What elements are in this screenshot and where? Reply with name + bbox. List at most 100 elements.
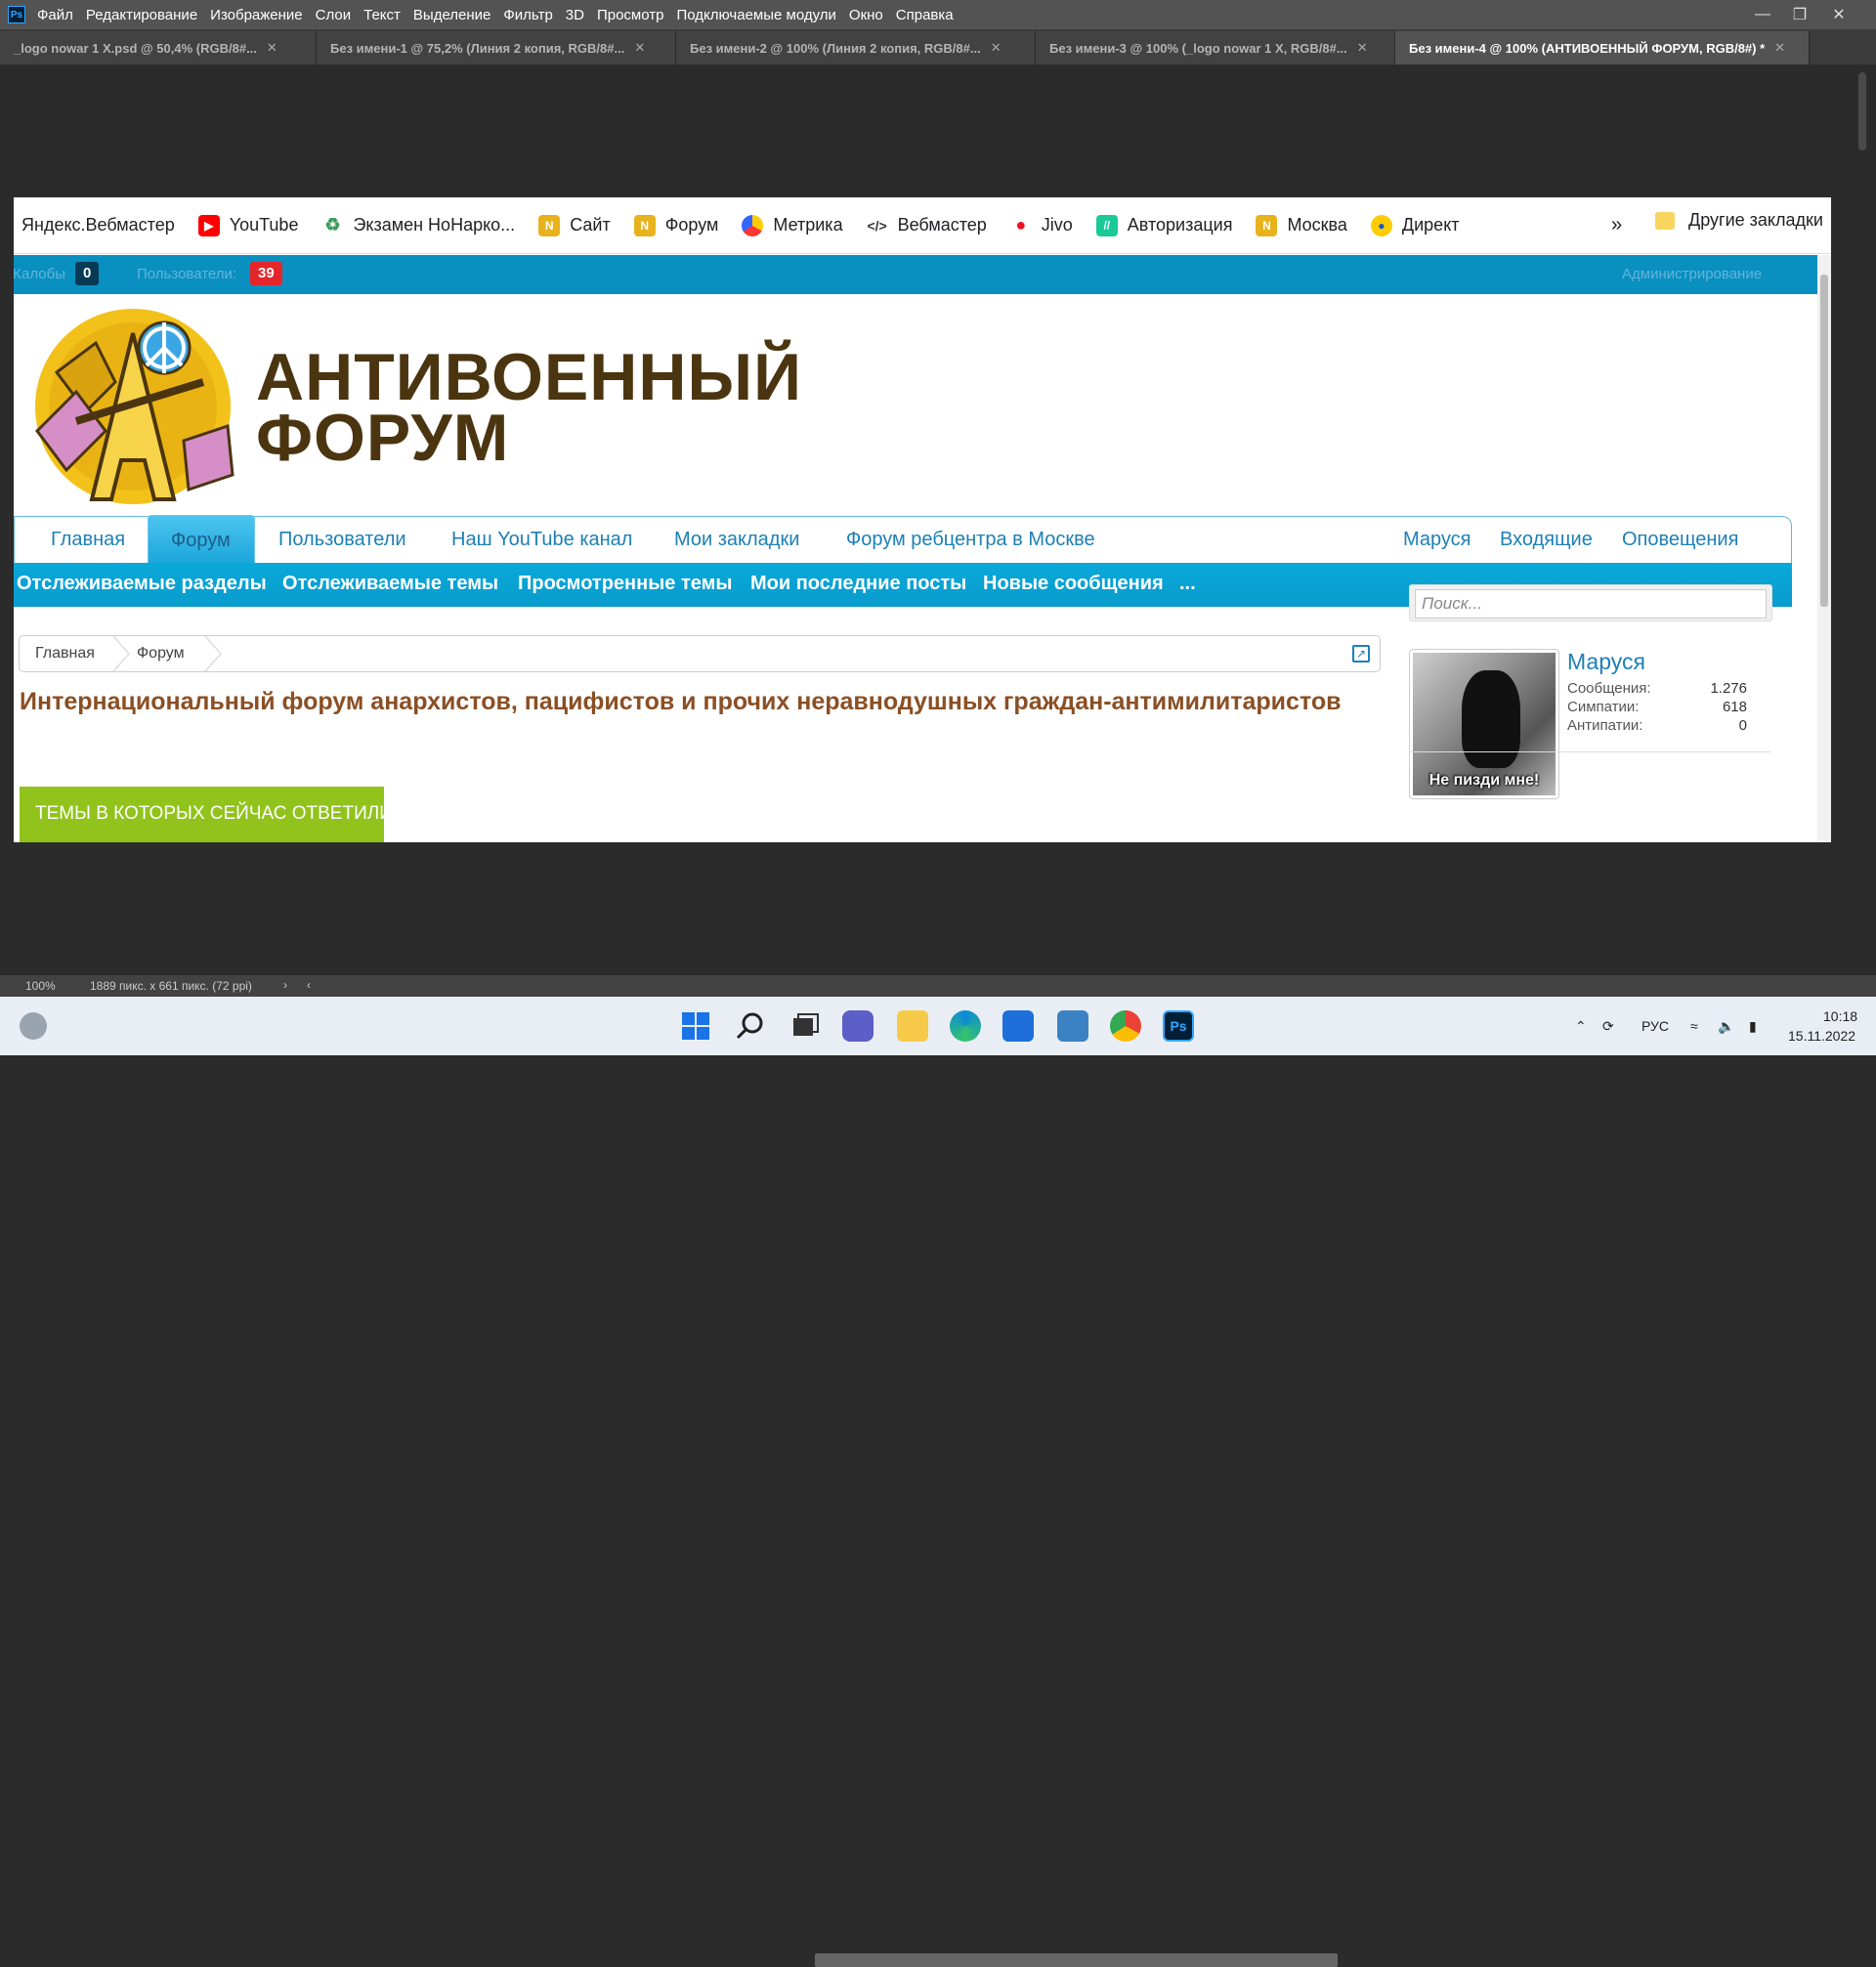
bookmark-item[interactable]: // Авторизация bbox=[1095, 214, 1232, 236]
nav-moscow-forum[interactable]: Форум ребцентра в Москве bbox=[846, 529, 1095, 551]
chevron-up-icon[interactable]: ⌃ bbox=[1575, 1018, 1587, 1035]
menu-image[interactable]: Изображение bbox=[210, 7, 303, 23]
complaints-link[interactable]: Жалобы bbox=[14, 266, 65, 282]
admin-bar: Жалобы 0 Пользователи: 39 Администрирова… bbox=[14, 255, 1831, 294]
language-indicator[interactable]: РУС bbox=[1642, 1018, 1669, 1034]
close-tab-icon[interactable]: ✕ bbox=[991, 40, 1002, 56]
user-name[interactable]: Маруся bbox=[1567, 649, 1645, 675]
scroll-thumb[interactable] bbox=[1858, 72, 1866, 150]
menu-select[interactable]: Выделение bbox=[413, 7, 490, 23]
minimize-icon[interactable]: — bbox=[1743, 0, 1782, 29]
subnav-my-posts[interactable]: Мои последние посты bbox=[750, 573, 966, 595]
document-info[interactable]: 1889 пикс. x 661 пикс. (72 ppi) bbox=[90, 979, 252, 993]
wifi-icon[interactable]: ≈ bbox=[1690, 1018, 1698, 1034]
zoom-level[interactable]: 100% bbox=[25, 979, 56, 993]
chevron-left-icon[interactable]: ‹ bbox=[307, 978, 311, 992]
scroll-thumb[interactable] bbox=[1820, 275, 1828, 607]
page-scrollbar[interactable] bbox=[1817, 255, 1831, 842]
status-bar: 100% 1889 пикс. x 661 пикс. (72 ppi) › ‹ bbox=[0, 975, 1876, 1967]
nav-youtube[interactable]: Наш YouTube канал bbox=[451, 529, 632, 551]
close-tab-icon[interactable]: ✕ bbox=[634, 40, 645, 56]
doc-tab[interactable]: Без имени-1 @ 75,2% (Линия 2 копия, RGB/… bbox=[317, 31, 676, 64]
menu-help[interactable]: Справка bbox=[896, 7, 954, 23]
search-input[interactable]: Поиск... bbox=[1415, 589, 1767, 619]
breadcrumb-forum[interactable]: Форум bbox=[137, 645, 185, 663]
menu-view[interactable]: Просмотр bbox=[597, 7, 664, 23]
bookmarks-more-button[interactable]: » bbox=[1611, 214, 1622, 236]
document-canvas[interactable]: Яндекс.Вебмастер ▶ YouTube ♻ Экзамен НоНар… bbox=[14, 197, 1831, 842]
subnav-new-posts[interactable]: Новые сообщения bbox=[983, 573, 1164, 595]
other-bookmarks[interactable]: Другие закладки bbox=[1655, 210, 1823, 231]
bookmark-item[interactable]: N Форум bbox=[633, 214, 718, 236]
bookmark-item[interactable]: ♻ Экзамен НоНарко... bbox=[321, 214, 515, 236]
horizontal-scrollbar[interactable] bbox=[815, 1953, 1338, 1967]
close-tab-icon[interactable]: ✕ bbox=[267, 40, 277, 56]
nav-bookmarks[interactable]: Мои закладки bbox=[674, 529, 799, 551]
workspace-scrollbar[interactable] bbox=[1849, 64, 1876, 975]
windows-start-icon[interactable] bbox=[680, 1010, 711, 1042]
menu-type[interactable]: Текст bbox=[363, 7, 401, 23]
weather-icon[interactable] bbox=[20, 1012, 47, 1040]
volume-icon[interactable]: 🔈 bbox=[1718, 1018, 1734, 1035]
external-link-icon[interactable]: ↗ bbox=[1352, 645, 1370, 663]
sync-icon[interactable]: ⟳ bbox=[1602, 1018, 1614, 1035]
avatar[interactable]: Не пизди мне! bbox=[1409, 649, 1559, 799]
bookmark-item[interactable]: </> Вебмастер bbox=[866, 214, 987, 236]
forum-logo[interactable] bbox=[18, 304, 248, 509]
menu-edit[interactable]: Редактирование bbox=[86, 7, 197, 23]
nav-users[interactable]: Пользователи bbox=[278, 529, 406, 551]
chrome-icon[interactable] bbox=[1110, 1010, 1141, 1042]
search-icon[interactable] bbox=[735, 1010, 766, 1042]
menu-layers[interactable]: Слои bbox=[316, 7, 351, 23]
subnav-watched-threads[interactable]: Отслеживаемые темы bbox=[282, 573, 498, 595]
file-explorer-icon[interactable] bbox=[897, 1010, 928, 1042]
doc-tab-active[interactable]: Без имени-4 @ 100% (АНТИВОЕННЫЙ ФОРУМ, R… bbox=[1395, 31, 1810, 64]
menu-filter[interactable]: Фильтр bbox=[503, 7, 552, 23]
teams-chat-icon[interactable] bbox=[842, 1010, 874, 1042]
restore-icon[interactable]: ❐ bbox=[1780, 0, 1819, 29]
subnav-watched-forums[interactable]: Отслеживаемые разделы bbox=[17, 573, 267, 595]
chevron-right-icon[interactable]: › bbox=[283, 978, 287, 992]
photoshop-logo-icon[interactable]: Ps bbox=[8, 6, 25, 23]
recent-threads-tab[interactable]: ТЕМЫ В КОТОРЫХ СЕЙЧАС ОТВЕТИЛИ bbox=[20, 787, 393, 842]
battery-icon[interactable]: ▮ bbox=[1749, 1018, 1757, 1035]
bookmark-item[interactable]: ▶ YouTube bbox=[197, 214, 298, 236]
avatar-image: Не пизди мне! bbox=[1413, 653, 1556, 795]
doc-tab[interactable]: Без имени-3 @ 100% (_logo nowar 1 X, RGB… bbox=[1036, 31, 1395, 64]
clock-time[interactable]: 10:18 bbox=[1823, 1008, 1857, 1024]
photoshop-taskbar-icon[interactable]: Ps bbox=[1163, 1010, 1194, 1042]
close-icon[interactable]: ✕ bbox=[1819, 0, 1858, 29]
close-tab-icon[interactable]: ✕ bbox=[1357, 40, 1368, 56]
menu-file[interactable]: Файл bbox=[37, 7, 73, 23]
bookmark-item[interactable]: ● Jivo bbox=[1009, 214, 1073, 236]
nav-forum-active[interactable]: Форум bbox=[148, 515, 255, 564]
menu-plugins[interactable]: Подключаемые модули bbox=[676, 7, 835, 23]
subnav-viewed-threads[interactable]: Просмотренные темы bbox=[518, 573, 733, 595]
photoshop-menubar: Ps Файл Редактирование Изображение Слои … bbox=[0, 0, 1876, 29]
breadcrumb-home[interactable]: Главная bbox=[35, 645, 95, 663]
bookmark-item[interactable]: ● Директ bbox=[1370, 214, 1460, 236]
bookmark-item[interactable]: Яндекс.Вебмастер bbox=[21, 215, 175, 235]
store-icon[interactable] bbox=[1002, 1010, 1034, 1042]
bookmark-label: Вебмастер bbox=[897, 215, 987, 235]
subnav-more[interactable]: ... bbox=[1179, 573, 1196, 595]
clock-date[interactable]: 15.11.2022 bbox=[1788, 1028, 1855, 1044]
menu-window[interactable]: Окно bbox=[849, 7, 883, 23]
close-tab-icon[interactable]: ✕ bbox=[1774, 40, 1785, 56]
menu-3d[interactable]: 3D bbox=[566, 7, 584, 23]
notepad-icon[interactable] bbox=[1057, 1010, 1088, 1042]
task-view-icon[interactable] bbox=[789, 1010, 821, 1042]
bookmark-label: Яндекс.Вебмастер bbox=[21, 215, 175, 235]
doc-tab[interactable]: Без имени-2 @ 100% (Линия 2 копия, RGB/8… bbox=[676, 31, 1036, 64]
doc-tab[interactable]: _logo nowar 1 X.psd @ 50,4% (RGB/8#... ✕ bbox=[0, 31, 317, 64]
edge-icon[interactable] bbox=[950, 1010, 981, 1042]
bookmark-item[interactable]: N Сайт bbox=[538, 214, 611, 236]
nav-inbox[interactable]: Входящие bbox=[1500, 529, 1593, 551]
users-link[interactable]: Пользователи: bbox=[137, 266, 236, 282]
bookmark-item[interactable]: N Москва bbox=[1256, 214, 1347, 236]
nav-alerts[interactable]: Оповещения bbox=[1622, 529, 1738, 551]
nav-user-account[interactable]: Маруся bbox=[1403, 529, 1471, 551]
admin-panel-link[interactable]: Администрирование bbox=[1622, 266, 1762, 282]
nav-home[interactable]: Главная bbox=[51, 529, 125, 551]
bookmark-item[interactable]: Метрика bbox=[742, 214, 843, 236]
